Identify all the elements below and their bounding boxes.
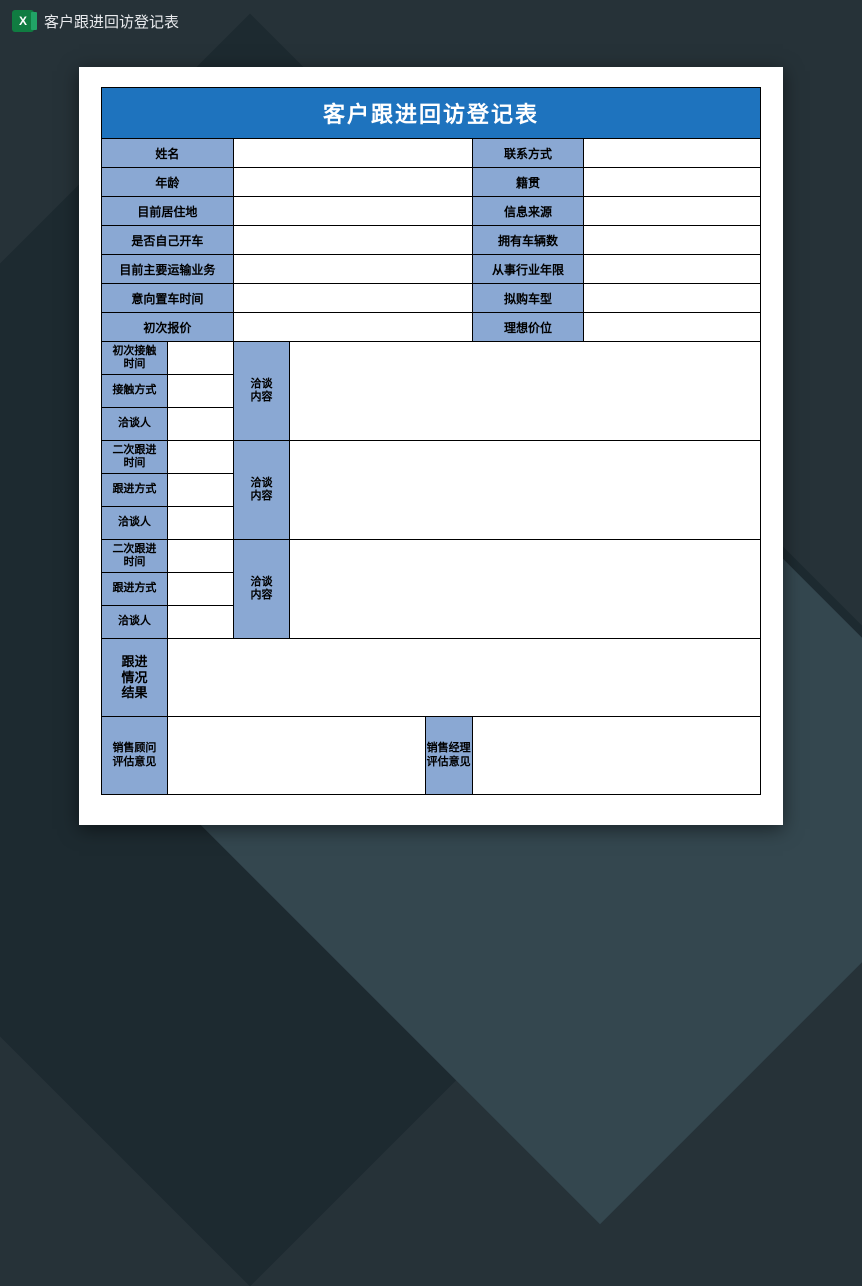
value-residence xyxy=(233,197,472,226)
label-c2-person: 洽谈人 xyxy=(102,507,168,540)
value-result xyxy=(167,639,760,717)
value-c1-content xyxy=(290,342,761,441)
label-c2-content: 洽谈 内容 xyxy=(233,441,289,540)
titlebar: 客户跟进回访登记表 xyxy=(0,0,862,42)
value-transportbiz xyxy=(233,255,472,284)
label-idealprice: 理想价位 xyxy=(472,313,584,342)
value-c2-time xyxy=(167,441,233,474)
value-c3-content xyxy=(290,540,761,639)
label-selfdrive: 是否自己开车 xyxy=(102,226,234,255)
label-c2-time: 二次跟进 时间 xyxy=(102,441,168,474)
title-row: 客户跟进回访登记表 xyxy=(102,88,761,139)
label-c3-time: 二次跟进 时间 xyxy=(102,540,168,573)
label-c3-person: 洽谈人 xyxy=(102,606,168,639)
value-industryyears xyxy=(584,255,761,284)
value-c2-method xyxy=(167,474,233,507)
label-c3-method: 跟进方式 xyxy=(102,573,168,606)
label-c1-content: 洽谈 内容 xyxy=(233,342,289,441)
value-intenttime xyxy=(233,284,472,313)
label-manager: 销售经理 评估意见 xyxy=(425,717,472,795)
label-age: 年龄 xyxy=(102,168,234,197)
label-c1-method: 接触方式 xyxy=(102,375,168,408)
label-intentmodel: 拟购车型 xyxy=(472,284,584,313)
value-c3-time xyxy=(167,540,233,573)
value-c2-person xyxy=(167,507,233,540)
label-source: 信息来源 xyxy=(472,197,584,226)
document-page: 客户跟进回访登记表 姓名 联系方式 年龄 籍贯 目前居住地 信息来源 是否自己开… xyxy=(79,67,783,825)
label-contact: 联系方式 xyxy=(472,139,584,168)
excel-icon xyxy=(12,10,34,32)
label-c1-time: 初次接触 时间 xyxy=(102,342,168,375)
value-source xyxy=(584,197,761,226)
value-origin xyxy=(584,168,761,197)
value-selfdrive xyxy=(233,226,472,255)
label-c3-content: 洽谈 内容 xyxy=(233,540,289,639)
label-advisor: 销售顾问 评估意见 xyxy=(102,717,168,795)
form-title: 客户跟进回访登记表 xyxy=(102,88,761,139)
label-industryyears: 从事行业年限 xyxy=(472,255,584,284)
value-c3-person xyxy=(167,606,233,639)
label-result: 跟进 情况 结果 xyxy=(102,639,168,717)
value-manager xyxy=(472,717,760,795)
label-transportbiz: 目前主要运输业务 xyxy=(102,255,234,284)
label-vehiclecount: 拥有车辆数 xyxy=(472,226,584,255)
value-vehiclecount xyxy=(584,226,761,255)
label-c2-method: 跟进方式 xyxy=(102,474,168,507)
value-firstquote xyxy=(233,313,472,342)
value-name xyxy=(233,139,472,168)
app-title: 客户跟进回访登记表 xyxy=(44,11,179,32)
label-intenttime: 意向置车时间 xyxy=(102,284,234,313)
value-advisor xyxy=(167,717,425,795)
value-contact xyxy=(584,139,761,168)
value-c1-person xyxy=(167,408,233,441)
value-c3-method xyxy=(167,573,233,606)
value-c1-method xyxy=(167,375,233,408)
label-firstquote: 初次报价 xyxy=(102,313,234,342)
value-age xyxy=(233,168,472,197)
label-origin: 籍贯 xyxy=(472,168,584,197)
label-c1-person: 洽谈人 xyxy=(102,408,168,441)
value-intentmodel xyxy=(584,284,761,313)
label-residence: 目前居住地 xyxy=(102,197,234,226)
value-idealprice xyxy=(584,313,761,342)
form-table: 客户跟进回访登记表 姓名 联系方式 年龄 籍贯 目前居住地 信息来源 是否自己开… xyxy=(101,87,761,795)
value-c2-content xyxy=(290,441,761,540)
value-c1-time xyxy=(167,342,233,375)
label-name: 姓名 xyxy=(102,139,234,168)
